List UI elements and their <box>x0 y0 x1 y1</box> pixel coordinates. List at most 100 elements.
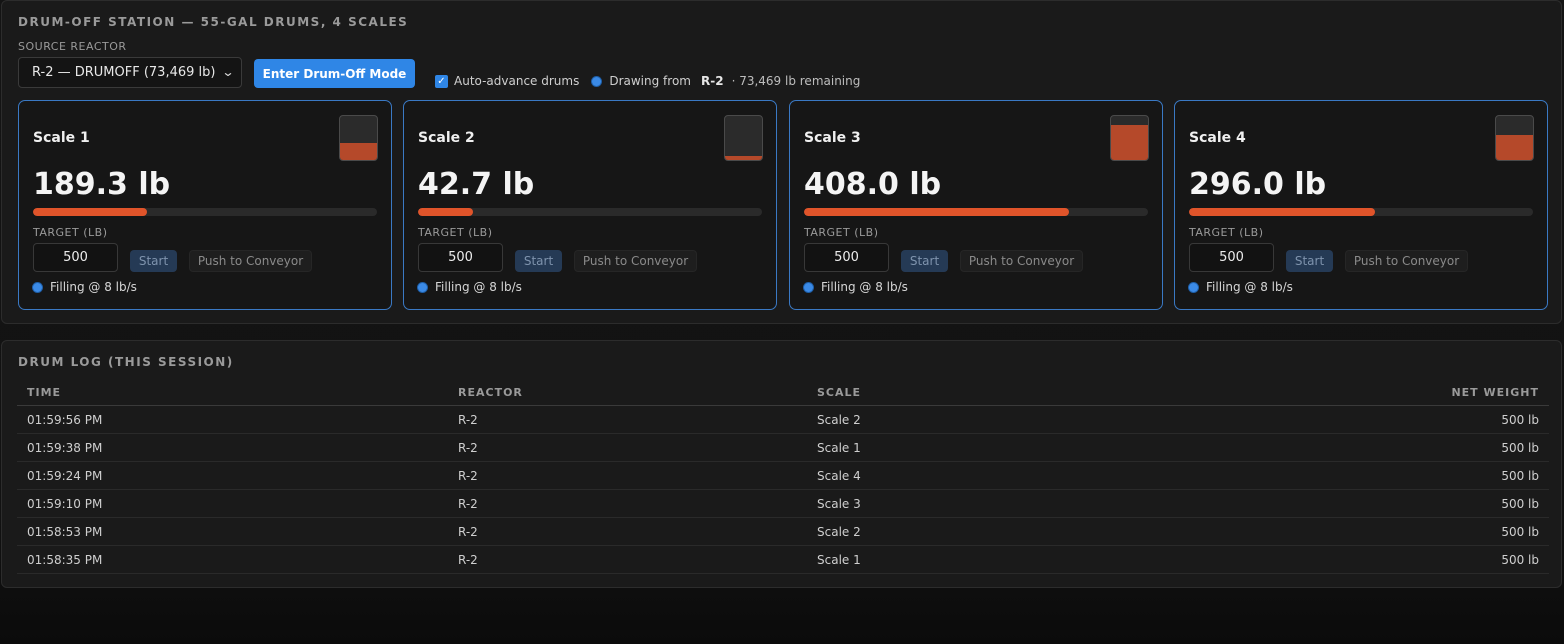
cell-time: 01:59:10 PM <box>27 496 103 511</box>
drum-fill-level <box>725 156 762 160</box>
cell-net-weight: 500 lb <box>1501 412 1539 427</box>
status-dot-icon <box>1189 282 1198 292</box>
status-dot-icon <box>804 282 813 292</box>
source-reactor-value: R-2 — DRUMOFF (73,469 lb) <box>32 65 216 80</box>
push-to-conveyor-button[interactable]: Push to Conveyor <box>189 250 312 272</box>
cell-scale: Scale 2 <box>817 412 861 427</box>
scale-weight: 42.7 lb <box>418 167 535 202</box>
scale-status-text: Filling @ 8 lb/s <box>821 280 908 294</box>
status-dot-icon <box>592 76 602 86</box>
table-row: 01:59:56 PM R-2 Scale 2 500 lb <box>17 406 1549 434</box>
drum-log-header: TIME REACTOR SCALE NET WEIGHT <box>17 379 1549 406</box>
scale-status-text: Filling @ 8 lb/s <box>1206 280 1293 294</box>
scale-name: Scale 4 <box>1189 130 1246 146</box>
cell-time: 01:59:38 PM <box>27 440 103 455</box>
scale-weight: 189.3 lb <box>33 167 171 202</box>
fill-progress <box>1189 208 1375 216</box>
cell-reactor: R-2 <box>458 440 478 455</box>
drum-log-title: DRUM LOG (THIS SESSION) <box>18 355 234 369</box>
cell-time: 01:59:56 PM <box>27 412 103 427</box>
target-input[interactable]: 500 <box>33 243 118 272</box>
cell-scale: Scale 1 <box>817 552 861 567</box>
table-row: 01:59:10 PM R-2 Scale 3 500 lb <box>17 490 1549 518</box>
target-input[interactable]: 500 <box>418 243 503 272</box>
station-title: DRUM-OFF STATION — 55-GAL DRUMS, 4 SCALE… <box>18 15 409 29</box>
scale-status: Filling @ 8 lb/s <box>418 280 522 294</box>
chevron-down-icon: ⌄ <box>221 65 235 79</box>
table-row: 01:58:35 PM R-2 Scale 1 500 lb <box>17 546 1549 574</box>
target-label: TARGET (LB) <box>418 226 493 239</box>
fill-progress <box>33 208 147 216</box>
scale-status-text: Filling @ 8 lb/s <box>435 280 522 294</box>
target-label: TARGET (LB) <box>1189 226 1264 239</box>
drum-fill-level <box>1111 124 1148 160</box>
fill-progress <box>418 208 474 216</box>
cell-net-weight: 500 lb <box>1501 440 1539 455</box>
scale-card: Scale 4 296.0 lb TARGET (LB) 500 Start Push t… <box>1174 100 1548 310</box>
cell-scale: Scale 2 <box>817 524 861 539</box>
drum-log-panel: DRUM LOG (THIS SESSION) TIME REACTOR SCA… <box>1 340 1562 588</box>
auto-advance-label: Auto-advance drums <box>454 74 580 88</box>
drum-log-table: TIME REACTOR SCALE NET WEIGHT 01:59:56 P… <box>17 379 1549 574</box>
drum-fill-level <box>1496 134 1533 160</box>
cell-time: 01:59:24 PM <box>27 468 103 483</box>
column-header-scale: SCALE <box>817 385 862 399</box>
target-input[interactable]: 500 <box>804 243 889 272</box>
cell-net-weight: 500 lb <box>1501 468 1539 483</box>
scale-card: Scale 3 408.0 lb TARGET (LB) 500 Start Push t… <box>789 100 1163 310</box>
drawing-remaining: · 73,469 lb remaining <box>731 74 861 88</box>
cell-time: 01:58:53 PM <box>27 524 103 539</box>
cell-reactor: R-2 <box>458 524 478 539</box>
scale-weight: 408.0 lb <box>804 167 942 202</box>
drum-fill-icon <box>339 115 378 161</box>
cell-scale: Scale 4 <box>817 468 861 483</box>
target-label: TARGET (LB) <box>804 226 879 239</box>
drum-off-station-panel: DRUM-OFF STATION — 55-GAL DRUMS, 4 SCALE… <box>1 0 1562 324</box>
column-header-net-weight: NET WEIGHT <box>1451 385 1539 399</box>
scale-status: Filling @ 8 lb/s <box>33 280 137 294</box>
start-button[interactable]: Start <box>130 250 177 272</box>
cell-reactor: R-2 <box>458 412 478 427</box>
auto-advance-checkbox[interactable]: ✓ <box>435 74 448 88</box>
scale-name: Scale 2 <box>418 130 475 146</box>
scale-card: Scale 1 189.3 lb TARGET (LB) 500 Start Push t… <box>18 100 392 310</box>
start-button[interactable]: Start <box>515 250 562 272</box>
cell-net-weight: 500 lb <box>1501 524 1539 539</box>
cell-net-weight: 500 lb <box>1501 552 1539 567</box>
push-to-conveyor-button[interactable]: Push to Conveyor <box>960 250 1083 272</box>
column-header-time: TIME <box>27 385 62 399</box>
fill-progress-bar <box>1189 208 1533 216</box>
scale-name: Scale 1 <box>33 130 90 146</box>
target-label: TARGET (LB) <box>33 226 108 239</box>
enter-drum-off-mode-button[interactable]: Enter Drum-Off Mode <box>254 59 415 88</box>
cell-scale: Scale 1 <box>817 440 861 455</box>
target-input[interactable]: 500 <box>1189 243 1274 272</box>
drawing-from-label: Drawing from <box>609 74 691 88</box>
drum-fill-level <box>340 143 377 160</box>
push-to-conveyor-button[interactable]: Push to Conveyor <box>1345 250 1468 272</box>
auto-advance-row: ✓ Auto-advance drums Drawing from R-2 · … <box>435 73 860 89</box>
fill-progress-bar <box>33 208 377 216</box>
cell-time: 01:58:35 PM <box>27 552 103 567</box>
drawing-reactor: R-2 <box>700 74 724 88</box>
scale-status: Filling @ 8 lb/s <box>804 280 908 294</box>
table-row: 01:58:53 PM R-2 Scale 2 500 lb <box>17 518 1549 546</box>
fill-progress-bar <box>804 208 1148 216</box>
status-dot-icon <box>33 282 42 292</box>
drum-fill-icon <box>1495 115 1534 161</box>
push-to-conveyor-button[interactable]: Push to Conveyor <box>574 250 697 272</box>
source-reactor-label: SOURCE REACTOR <box>18 40 127 53</box>
cell-reactor: R-2 <box>458 468 478 483</box>
drum-fill-icon <box>1110 115 1149 161</box>
source-reactor-select[interactable]: R-2 — DRUMOFF (73,469 lb) ⌄ <box>18 57 242 88</box>
scale-weight: 296.0 lb <box>1189 167 1327 202</box>
cell-reactor: R-2 <box>458 496 478 511</box>
table-row: 01:59:24 PM R-2 Scale 4 500 lb <box>17 462 1549 490</box>
drum-fill-icon <box>724 115 763 161</box>
scale-card: Scale 2 42.7 lb TARGET (LB) 500 Start Push to… <box>403 100 777 310</box>
start-button[interactable]: Start <box>901 250 948 272</box>
fill-progress <box>804 208 1069 216</box>
start-button[interactable]: Start <box>1286 250 1333 272</box>
cell-scale: Scale 3 <box>817 496 861 511</box>
status-dot-icon <box>418 282 427 292</box>
